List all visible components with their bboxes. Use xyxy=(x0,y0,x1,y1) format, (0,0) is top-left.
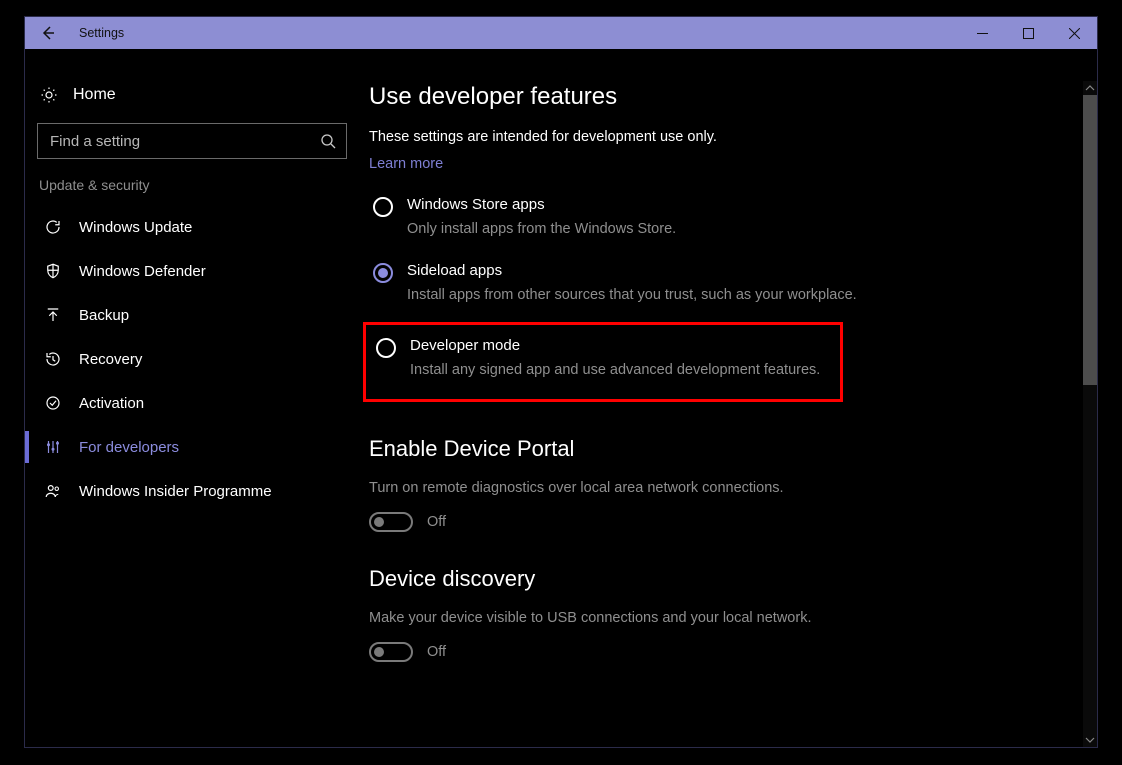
check-circle-icon xyxy=(43,394,63,412)
titlebar: Settings xyxy=(25,17,1097,49)
nav-windows-defender[interactable]: Windows Defender xyxy=(25,249,359,293)
nav-label: Recovery xyxy=(79,351,142,368)
home-button[interactable]: Home xyxy=(25,73,359,117)
maximize-icon xyxy=(1023,28,1034,39)
maximize-button[interactable] xyxy=(1005,17,1051,49)
radio-description: Install apps from other sources that you… xyxy=(407,285,857,306)
settings-window: Settings Home xyxy=(24,16,1098,748)
radio-description: Only install apps from the Windows Store… xyxy=(407,219,676,240)
home-label: Home xyxy=(73,86,116,104)
search-icon xyxy=(320,133,336,149)
dev-mode-radio-group: Windows Store apps Only install apps fro… xyxy=(369,194,889,402)
shield-icon xyxy=(43,262,63,280)
toggle-knob-icon xyxy=(374,517,384,527)
search-input[interactable] xyxy=(48,132,320,151)
window-controls xyxy=(959,17,1097,49)
sidebar: Home Update & security Windows Update xyxy=(25,49,359,747)
close-icon xyxy=(1069,28,1080,39)
nav-label: Windows Defender xyxy=(79,263,206,280)
radio-windows-store-apps[interactable]: Windows Store apps Only install apps fro… xyxy=(369,194,889,242)
history-icon xyxy=(43,350,63,368)
nav-windows-update[interactable]: Windows Update xyxy=(25,205,359,249)
gear-icon xyxy=(39,86,59,104)
radio-circle-icon xyxy=(373,197,393,217)
back-button[interactable] xyxy=(25,17,71,49)
scroll-thumb[interactable] xyxy=(1083,95,1097,385)
annotation-highlight: Developer mode Install any signed app an… xyxy=(363,322,843,402)
nav-label: Windows Update xyxy=(79,219,192,236)
section-heading-device-discovery: Device discovery xyxy=(369,566,1097,592)
refresh-icon xyxy=(43,218,63,236)
nav-label: For developers xyxy=(79,439,179,456)
toggle-state-label: Off xyxy=(427,514,446,530)
sliders-icon xyxy=(43,438,63,456)
sidebar-nav: Windows Update Windows Defender Backup xyxy=(25,201,359,513)
arrow-left-icon xyxy=(40,25,56,41)
people-icon xyxy=(43,482,63,500)
minimize-button[interactable] xyxy=(959,17,1005,49)
radio-dot-icon xyxy=(378,268,388,278)
nav-for-developers[interactable]: For developers xyxy=(25,425,359,469)
scroll-up-arrow-icon[interactable] xyxy=(1083,81,1097,95)
nav-label: Windows Insider Programme xyxy=(79,483,272,500)
learn-more-link[interactable]: Learn more xyxy=(369,156,443,172)
radio-circle-icon xyxy=(376,338,396,358)
content-pane: Use developer features These settings ar… xyxy=(359,49,1097,747)
radio-label: Sideload apps xyxy=(407,262,857,279)
nav-recovery[interactable]: Recovery xyxy=(25,337,359,381)
toggle-device-discovery[interactable] xyxy=(369,642,413,662)
upload-icon xyxy=(43,306,63,324)
minimize-icon xyxy=(977,28,988,39)
search-box[interactable] xyxy=(37,123,347,159)
page-heading: Use developer features xyxy=(369,83,1097,111)
section-desc-device-portal: Turn on remote diagnostics over local ar… xyxy=(369,478,849,500)
vertical-scrollbar[interactable] xyxy=(1083,81,1097,747)
section-heading-device-portal: Enable Device Portal xyxy=(369,436,1097,462)
close-button[interactable] xyxy=(1051,17,1097,49)
nav-label: Backup xyxy=(79,307,129,324)
window-title: Settings xyxy=(71,26,959,40)
nav-label: Activation xyxy=(79,395,144,412)
nav-windows-insider[interactable]: Windows Insider Programme xyxy=(25,469,359,513)
radio-circle-icon xyxy=(373,263,393,283)
radio-label: Windows Store apps xyxy=(407,196,676,213)
nav-activation[interactable]: Activation xyxy=(25,381,359,425)
scroll-down-arrow-icon[interactable] xyxy=(1083,733,1097,747)
radio-sideload-apps[interactable]: Sideload apps Install apps from other so… xyxy=(369,260,889,308)
toggle-knob-icon xyxy=(374,647,384,657)
sidebar-category: Update & security xyxy=(25,177,359,201)
radio-developer-mode[interactable]: Developer mode Install any signed app an… xyxy=(372,335,832,383)
section-desc-device-discovery: Make your device visible to USB connecti… xyxy=(369,608,849,630)
toggle-device-portal[interactable] xyxy=(369,512,413,532)
toggle-state-label: Off xyxy=(427,644,446,660)
page-intro: These settings are intended for developm… xyxy=(369,129,1097,145)
radio-description: Install any signed app and use advanced … xyxy=(410,360,820,381)
nav-backup[interactable]: Backup xyxy=(25,293,359,337)
radio-label: Developer mode xyxy=(410,337,820,354)
